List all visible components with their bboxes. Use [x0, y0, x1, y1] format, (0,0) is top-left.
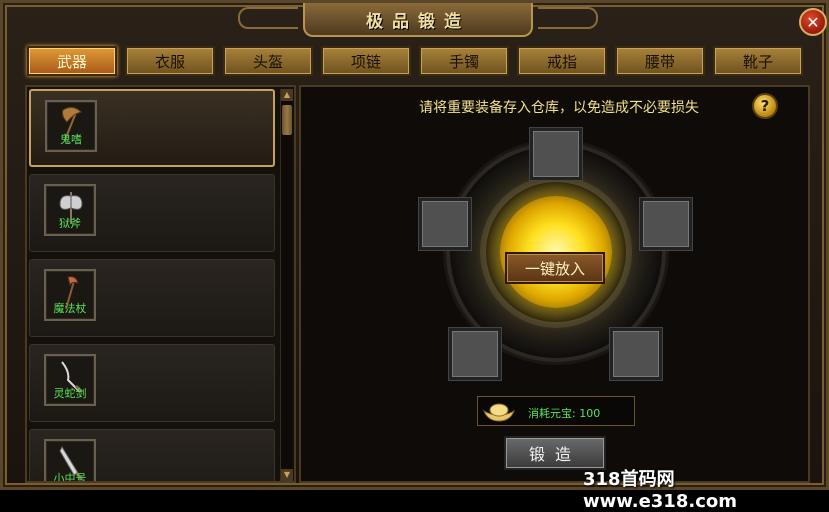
item-list-panel: 鬼嗜 狱斧 魔法杖 灵蛇剑 小中号 ▲ ▼ [25, 85, 296, 483]
watermark: 318首码网 www.e318.com [583, 469, 737, 512]
material-slot-right[interactable] [640, 198, 692, 250]
scroll-up-button[interactable]: ▲ [281, 89, 293, 101]
tab-belt[interactable]: 腰带 [615, 46, 705, 76]
window-title: 极品锻造 [366, 11, 470, 32]
tab-bracelet[interactable]: 手镯 [419, 46, 509, 76]
item-name: 魔法杖 [53, 302, 87, 315]
forge-window: 极品锻造 ✕ 武器 衣服 头盔 项链 手镯 戒指 腰带 靴子 鬼嗜 狱斧 魔法杖… [0, 0, 829, 512]
cost-box: 消耗元宝: 100 [477, 396, 635, 426]
item-name: 灵蛇剑 [53, 387, 87, 400]
tab-clothes[interactable]: 衣服 [125, 46, 215, 76]
item-name: 狱斧 [59, 217, 81, 230]
tab-label: 手镯 [448, 52, 479, 71]
tab-ring[interactable]: 戒指 [517, 46, 607, 76]
forge-panel: 请将重要装备存入仓库，以免造成不必要损失 ? 一键放入 消耗元宝: 100 锻造 [299, 85, 810, 483]
list-item[interactable]: 小中号 [29, 429, 275, 483]
material-slot-bottom-left[interactable] [449, 328, 501, 380]
gold-ingot-icon [482, 403, 516, 422]
item-list-scrollbar[interactable]: ▲ ▼ [280, 89, 293, 481]
item-name: 小中号 [53, 472, 87, 483]
tab-label: 戒指 [546, 52, 577, 71]
help-button[interactable]: ? [752, 93, 778, 119]
put-all-button[interactable]: 一键放入 [505, 252, 605, 284]
title-decoration-left [238, 7, 298, 29]
tab-helmet[interactable]: 头盔 [223, 46, 313, 76]
list-item[interactable]: 鬼嗜 [29, 89, 275, 167]
material-slot-top[interactable] [530, 128, 582, 180]
item-slot: 小中号 [44, 439, 96, 483]
list-item[interactable]: 灵蛇剑 [29, 344, 275, 422]
tab-label: 项链 [350, 52, 381, 71]
tab-label: 武器 [56, 52, 87, 71]
cost-label: 消耗元宝: 100 [528, 407, 601, 420]
tab-label: 腰带 [644, 52, 675, 71]
tab-weapon[interactable]: 武器 [27, 46, 117, 76]
close-icon: ✕ [806, 12, 820, 32]
item-slot: 狱斧 [44, 184, 96, 236]
list-item[interactable]: 狱斧 [29, 174, 275, 252]
close-button[interactable]: ✕ [799, 8, 827, 36]
material-slot-left[interactable] [419, 198, 471, 250]
tab-label: 衣服 [154, 52, 185, 71]
tab-necklace[interactable]: 项链 [321, 46, 411, 76]
list-item[interactable]: 魔法杖 [29, 259, 275, 337]
item-slot: 鬼嗜 [45, 100, 97, 152]
material-slot-bottom-right[interactable] [610, 328, 662, 380]
scroll-thumb[interactable] [282, 105, 292, 135]
item-slot: 灵蛇剑 [44, 354, 96, 406]
tab-label: 头盔 [252, 52, 283, 71]
item-name: 鬼嗜 [60, 133, 82, 146]
title-plate: 极品锻造 [303, 3, 533, 37]
title-decoration-right [538, 7, 598, 29]
item-slot: 魔法杖 [44, 269, 96, 321]
question-icon: ? [760, 97, 770, 115]
tab-label: 靴子 [742, 52, 773, 71]
warning-hint: 请将重要装备存入仓库，以免造成不必要损失 [419, 100, 699, 116]
scroll-down-button[interactable]: ▼ [281, 469, 293, 481]
tab-boots[interactable]: 靴子 [713, 46, 803, 76]
